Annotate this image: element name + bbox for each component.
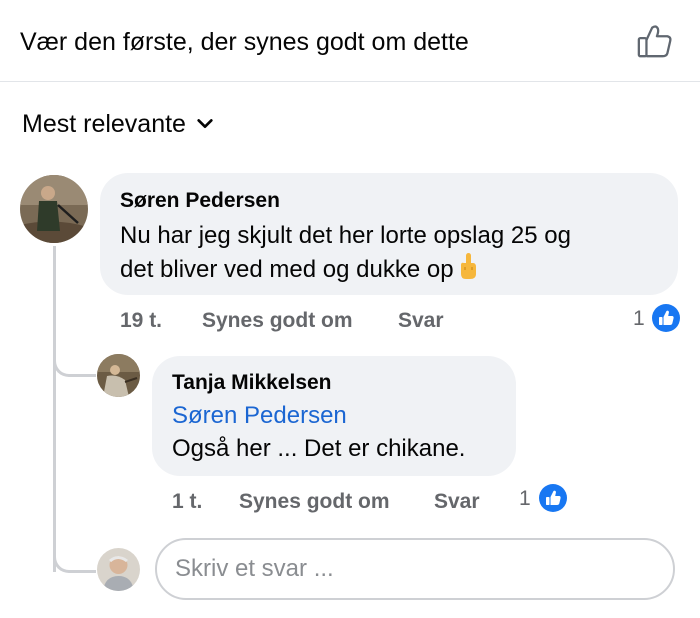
comment-author[interactable]: Tanja Mikkelsen <box>172 369 332 397</box>
divider <box>0 81 700 82</box>
thread-connector <box>53 344 96 377</box>
like-reaction-icon[interactable] <box>539 484 567 512</box>
reply-button[interactable]: Svar <box>434 488 480 516</box>
avatar <box>97 548 140 591</box>
mention-link[interactable]: Søren Pedersen <box>172 399 347 432</box>
reaction-count[interactable]: 1 <box>519 485 531 513</box>
comment-text: Nu har jeg skjult det her lorte opslag 2… <box>120 222 571 249</box>
page-title: Vær den første, der synes godt om dette <box>20 28 469 56</box>
comment-time: 19 t. <box>120 309 163 332</box>
reply-button[interactable]: Svar <box>398 307 444 335</box>
thread-line <box>53 246 56 572</box>
middle-finger-emoji-icon <box>460 253 476 279</box>
chevron-down-icon <box>197 119 213 129</box>
thread-connector <box>53 540 96 573</box>
comment-author[interactable]: Søren Pedersen <box>120 187 280 215</box>
avatar[interactable] <box>97 354 140 397</box>
comment-text-line: det bliver ved med og dukke op <box>120 252 478 286</box>
reaction-count[interactable]: 1 <box>633 305 645 333</box>
like-button[interactable]: Synes godt om <box>239 488 390 516</box>
reply-input[interactable] <box>155 538 675 600</box>
comment-text: det bliver ved med og dukke op <box>120 256 454 283</box>
comment-text: Også her ... Det er chikane. <box>172 435 466 462</box>
like-button[interactable]: Synes godt om <box>202 307 353 335</box>
comment-time: 1 t. <box>172 490 203 513</box>
like-reaction-icon[interactable] <box>652 304 680 332</box>
sort-label: Mest relevante <box>22 109 186 138</box>
thumbs-up-outline-icon[interactable] <box>636 22 674 60</box>
avatar[interactable] <box>20 175 88 243</box>
sort-dropdown[interactable]: Mest relevante <box>22 106 214 142</box>
